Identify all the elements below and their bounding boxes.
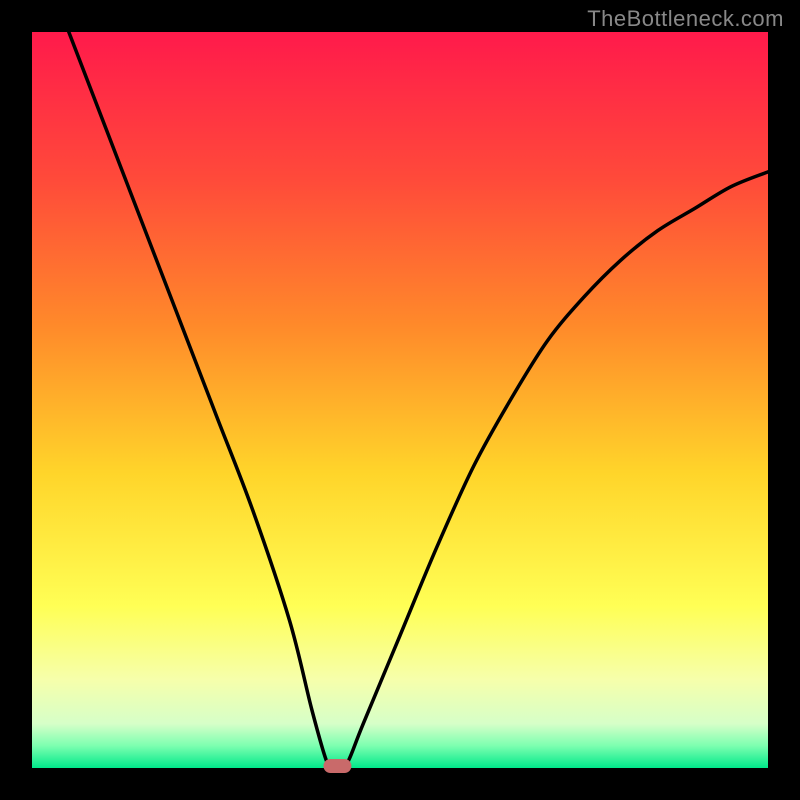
plot-background xyxy=(32,32,768,768)
bottleneck-chart xyxy=(0,0,800,800)
minimum-marker xyxy=(323,759,351,773)
watermark-text: TheBottleneck.com xyxy=(587,6,784,32)
chart-frame: TheBottleneck.com xyxy=(0,0,800,800)
